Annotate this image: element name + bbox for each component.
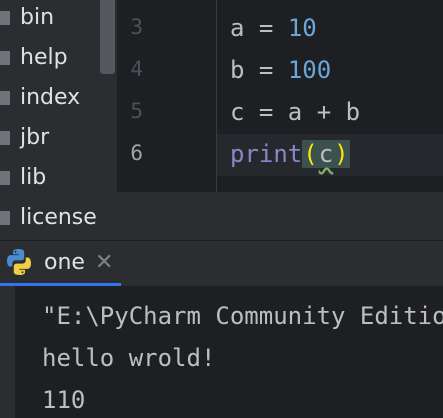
matched-bracket-open: ( xyxy=(302,140,319,168)
run-console[interactable]: "E:\PyCharm Community Edition hello wrol… xyxy=(15,286,443,418)
folder-icon xyxy=(0,131,10,145)
folder-icon xyxy=(0,171,10,185)
file-icon xyxy=(0,211,10,225)
matched-bracket-close: ) xyxy=(333,140,350,168)
tree-item-label: help xyxy=(20,45,68,70)
tree-item-help[interactable]: help xyxy=(0,38,100,78)
code-line-5[interactable]: c = a + b xyxy=(230,97,360,127)
tree-scrollbar-thumb[interactable] xyxy=(100,0,115,74)
code-argument: c xyxy=(318,140,334,168)
tree-item-bin[interactable]: bin xyxy=(0,0,100,38)
code-line-6[interactable]: print(c) xyxy=(230,139,350,169)
project-tree: bin help index jbr lib license xyxy=(0,0,117,240)
line-number: 4 xyxy=(130,57,143,81)
console-line: "E:\PyCharm Community Edition xyxy=(42,302,443,330)
folder-icon xyxy=(0,91,10,105)
code-number: 100 xyxy=(287,56,332,84)
run-tab-bar: one ✕ xyxy=(0,241,443,286)
code-operator: = xyxy=(244,14,288,42)
run-tab[interactable]: one ✕ xyxy=(0,241,122,286)
folder-icon xyxy=(0,11,10,25)
tree-item-lib[interactable]: lib xyxy=(0,158,100,198)
tree-item-jbr[interactable]: jbr xyxy=(0,118,100,158)
folder-icon xyxy=(0,51,10,65)
code-builtin-function: print xyxy=(230,140,303,168)
console-gutter xyxy=(0,286,15,418)
code-operator: = xyxy=(244,56,288,84)
code-identifier: b xyxy=(230,56,245,84)
code-line-4[interactable]: b = 100 xyxy=(230,55,331,85)
tree-item-label: jbr xyxy=(20,125,50,150)
tree-item-label: bin xyxy=(20,5,55,30)
code-number: 10 xyxy=(287,14,317,42)
tree-item-index[interactable]: index xyxy=(0,78,100,118)
close-icon[interactable]: ✕ xyxy=(95,250,113,275)
line-number: 3 xyxy=(130,15,143,39)
code-identifier: a xyxy=(230,14,245,42)
tree-item-license[interactable]: license xyxy=(0,198,100,238)
editor-bottom-area xyxy=(117,192,443,240)
console-line: hello wrold! xyxy=(42,344,216,372)
tree-item-label: index xyxy=(20,85,81,110)
line-number: 5 xyxy=(130,99,143,123)
tree-item-label: lib xyxy=(20,165,47,190)
line-number-active: 6 xyxy=(130,141,143,165)
console-line: 110 xyxy=(42,386,86,414)
run-tab-label: one xyxy=(44,249,85,275)
python-icon xyxy=(7,249,31,275)
tree-item-label: license xyxy=(20,205,97,230)
code-line-3[interactable]: a = 10 xyxy=(230,13,317,43)
